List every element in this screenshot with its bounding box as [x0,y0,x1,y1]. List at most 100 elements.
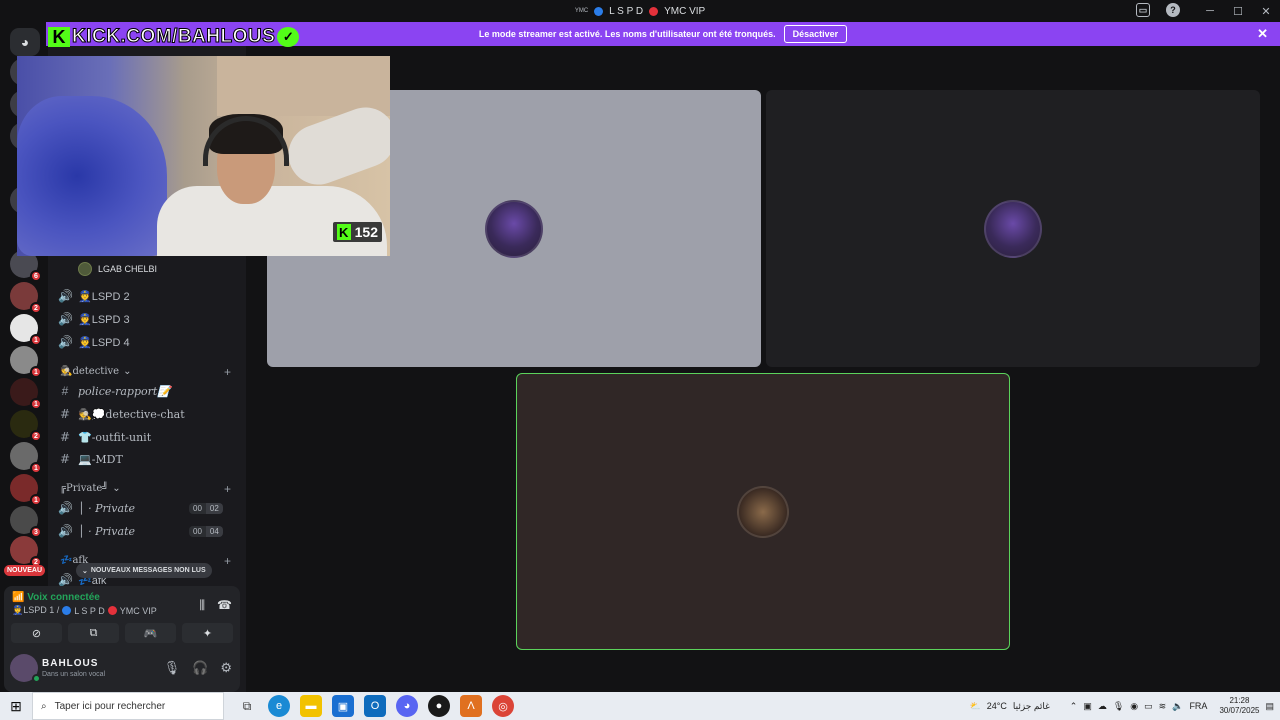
app-icon[interactable]: ● [428,695,450,717]
inbox-icon[interactable]: ▭ [1136,3,1150,17]
close-window-icon[interactable]: ✕ [1252,5,1280,18]
category-detective[interactable]: 🕵️detective ⌄ [60,366,131,377]
discord-home-button[interactable]: ◕ [10,28,40,56]
notifications-icon[interactable]: ▤ [1265,701,1274,712]
camera-off-button[interactable]: ⊘ [11,623,62,643]
noise-suppression-icon[interactable]: ⫼ [200,598,206,613]
text-channel-mdt[interactable]: # 💻-MDT [58,452,123,466]
network-icon[interactable]: ☁ [1098,701,1107,712]
unread-badge: 2 [30,302,42,314]
avatar [78,262,92,276]
disable-streamer-mode-button[interactable]: Désactiver [783,25,848,43]
chevron-up-icon[interactable]: ⌃ [1070,701,1078,712]
text-channel-outfit-unit[interactable]: # 👕-outfit-unit [58,430,151,444]
server-icon[interactable]: 1 [10,378,42,410]
chevron-down-icon: ⌄ [112,483,121,494]
blue-dot-icon [62,606,72,615]
participant-tile[interactable] [766,90,1260,367]
edge-icon[interactable]: e [268,695,290,717]
task-view-icon[interactable]: ⧉ [236,695,258,717]
text-channel-detective-chat[interactable]: # 🕵️💭detective-chat [58,407,185,421]
server-icon[interactable]: 1 [10,442,42,474]
kick-overlay: K KICK.COM/BAHLOUS ✓ [48,25,300,49]
server-icon[interactable]: 3 [10,506,42,538]
tray-icon[interactable]: ▭ [1144,701,1153,712]
channel-name: 👮LSPD 2 [78,290,130,303]
unread-badge: 1 [30,334,42,346]
voice-channel-private-2[interactable]: 🔊 │ · Private 00 04 [58,524,223,538]
chevron-down-icon: ⌄ [82,567,88,575]
voice-status[interactable]: 📶 Voix connectée [12,592,100,603]
add-channel-icon[interactable]: + [224,482,231,496]
close-icon[interactable]: ✕ [1257,26,1268,42]
weather-icon[interactable]: ⛅ [970,701,981,712]
tray-icon[interactable]: ▣ [1083,701,1092,712]
wifi-icon[interactable]: ≋ [1159,701,1167,712]
voice-channel-info: 👮LSPD 1 / L S P D YMC VIP [12,605,157,616]
soundboard-button[interactable]: ✦ [182,623,233,643]
file-explorer-icon[interactable]: ▬ [300,695,322,717]
language-indicator[interactable]: FRA [1189,701,1207,711]
mic-icon[interactable]: 🎙 [1113,701,1124,712]
help-icon[interactable]: ? [1166,3,1180,17]
red-dot-icon [107,606,117,615]
voice-member[interactable]: LGAB CHELBI [78,262,157,276]
maximize-icon[interactable]: ☐ [1224,5,1252,18]
mic-icon[interactable]: 🎙 [164,660,181,676]
volume-icon[interactable]: 🔈 [1172,701,1183,712]
new-badge: NOUVEAU [4,565,46,576]
viewer-count-value: 152 [354,224,378,240]
server-icon[interactable]: 2 [10,282,42,314]
voice-channel-lspd-3[interactable]: 🔊 👮LSPD 3 [58,312,130,326]
discord-icon[interactable]: ◕ [396,695,418,717]
speaker-icon: 🔊 [58,524,73,538]
server-icon[interactable]: 2 [10,536,42,568]
minimize-icon[interactable]: ─ [1196,5,1224,17]
clock[interactable]: 21:28 30/07/2025 [1219,696,1259,716]
red-dot-icon [649,6,659,16]
server-icon[interactable]: 1 [10,474,42,506]
voice-channel-private-1[interactable]: 🔊 │ · Private 00 02 [58,501,223,515]
discord-icon: ◕ [20,34,30,50]
chrome-icon[interactable]: ◎ [492,695,514,717]
add-channel-icon[interactable]: + [224,554,231,568]
hash-icon: # [59,407,71,421]
user-count: 00 [189,525,206,537]
new-messages-pill[interactable]: ⌄ NOUVEAUX MESSAGES NON LUS [76,563,212,578]
speaker-icon: 🔊 [58,335,73,349]
participant-tile-speaking[interactable] [516,373,1010,650]
store-icon[interactable]: ▣ [332,695,354,717]
tray-icon[interactable]: ◉ [1130,701,1138,712]
server-icon[interactable]: 1 [10,346,42,378]
unread-badge: 1 [30,398,42,410]
unread-badge: 3 [30,526,42,538]
new-messages-label: NOUVEAUX MESSAGES NON LUS [90,567,206,574]
outlook-icon[interactable]: O [364,695,386,717]
screen-share-button[interactable]: ⧉ [68,623,119,643]
add-channel-icon[interactable]: + [224,365,231,379]
weather-temp: 24°C [986,701,1007,711]
voice-channel-lspd-4[interactable]: 🔊 👮LSPD 4 [58,335,130,349]
server-icon[interactable]: 1 [10,314,42,346]
taskbar-search[interactable]: ⌕ Taper ici pour rechercher [32,692,224,720]
blue-dot-icon [594,6,604,16]
viewer-count: K 152 [332,222,382,242]
headphones-icon[interactable]: 🎧 [192,660,208,676]
channel-name: 👮LSPD 3 [78,313,130,326]
text-channel-police-rapport[interactable]: # police-rapport📝 [58,384,171,398]
category-private[interactable]: ╔Private╝ ⌄ [60,483,121,494]
speaker-icon: 🔊 [58,289,73,303]
hangup-icon[interactable]: ☎ [217,598,232,613]
titlebar-server-left: L S P D [609,5,644,17]
search-icon: ⌕ [41,700,47,712]
app-icon[interactable]: Λ [460,695,482,717]
user-panel[interactable]: BAHLOUS Dans un salon vocal 🎙 🎧 ⚙ [4,652,240,690]
unread-badge: 1 [30,494,42,506]
windows-icon[interactable]: ⊞ [0,698,32,715]
soundboard-icon: ✦ [202,627,213,640]
activity-button[interactable]: 🎮 [125,623,176,643]
server-icon[interactable]: 2 [10,410,42,442]
voice-channel-lspd-2[interactable]: 🔊 👮LSPD 2 [58,289,130,303]
user-limit: 02 [205,502,223,514]
gear-icon[interactable]: ⚙ [220,660,232,676]
